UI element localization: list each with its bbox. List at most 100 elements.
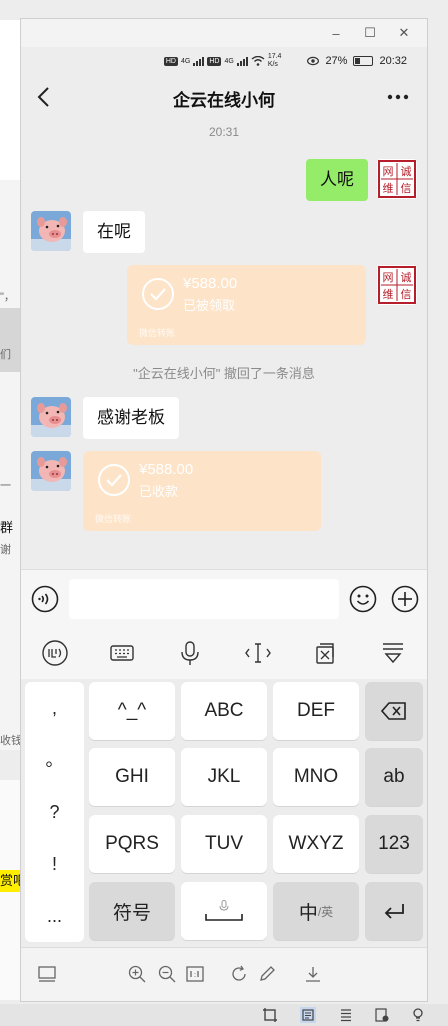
punct-key[interactable]: , bbox=[25, 682, 84, 734]
plus-circle-icon[interactable] bbox=[391, 585, 419, 613]
key-wxyz[interactable]: WXYZ bbox=[273, 815, 359, 873]
screen-icon[interactable] bbox=[37, 964, 57, 984]
ime-logo-icon[interactable] bbox=[41, 639, 69, 667]
text-cursor-icon[interactable] bbox=[244, 639, 272, 667]
background-highlight: 赏吧 bbox=[0, 870, 20, 892]
message-timestamp: 20:31 bbox=[208, 125, 240, 139]
actual-size-icon[interactable] bbox=[185, 964, 205, 984]
transfer-status: 已收款 bbox=[139, 484, 179, 499]
pig-avatar-icon bbox=[31, 397, 71, 437]
keyboard-icon[interactable] bbox=[108, 639, 136, 667]
rotate-icon[interactable] bbox=[229, 964, 249, 984]
maximize-button[interactable]: ☐ bbox=[353, 19, 387, 47]
key-ghi[interactable]: GHI bbox=[89, 748, 175, 806]
key-language-en: /英 bbox=[317, 904, 334, 919]
microphone-icon[interactable] bbox=[176, 639, 204, 667]
background-text: 收钱 bbox=[0, 735, 20, 747]
message-bubble-incoming[interactable]: 感谢老板 bbox=[83, 397, 179, 439]
background-text: 群 bbox=[0, 520, 14, 535]
chat-header: 企云在线小何 bbox=[21, 75, 427, 121]
settings-page-icon[interactable] bbox=[374, 1007, 390, 1023]
key-pqrs[interactable]: PQRS bbox=[89, 815, 175, 873]
download-icon[interactable] bbox=[303, 964, 323, 984]
keyboard-toolbar bbox=[21, 627, 427, 679]
wifi-icon bbox=[251, 56, 265, 66]
net-speed-unit: K/s bbox=[267, 61, 278, 68]
key-abc[interactable]: ABC bbox=[181, 682, 267, 740]
space-key[interactable] bbox=[181, 882, 267, 940]
background-header bbox=[0, 20, 20, 180]
taskbar bbox=[0, 1004, 448, 1026]
my-avatar[interactable]: 网 诚 维 信 bbox=[377, 265, 417, 305]
key-emoticon[interactable]: ^_^ bbox=[89, 682, 175, 740]
phone-window: – ☐ ✕ HD 4G HD 4G 17.4 K/s 27% 20:32 企云在… bbox=[20, 18, 428, 1002]
network-type: 4G bbox=[224, 57, 234, 65]
key-language[interactable]: 中/英 bbox=[273, 882, 359, 940]
transfer-card[interactable]: ¥588.00 已收款 微信转账 bbox=[83, 451, 321, 531]
message-bubble-incoming[interactable]: 在呢 bbox=[83, 211, 145, 253]
check-circle-icon bbox=[98, 464, 130, 496]
background-text: 谢 bbox=[0, 544, 11, 556]
crop-icon[interactable] bbox=[262, 1007, 278, 1023]
key-lowercase[interactable]: ab bbox=[365, 748, 423, 806]
more-options-icon[interactable] bbox=[385, 85, 411, 109]
battery-icon bbox=[353, 56, 374, 66]
collapse-keyboard-icon[interactable] bbox=[379, 639, 407, 667]
contact-avatar[interactable] bbox=[31, 211, 71, 251]
background-row bbox=[0, 308, 20, 372]
edit-pencil-icon[interactable] bbox=[257, 964, 277, 984]
voice-input-icon[interactable] bbox=[31, 585, 59, 613]
transfer-footer: 微信转账 bbox=[95, 514, 132, 524]
emoji-icon[interactable] bbox=[349, 585, 377, 613]
key-symbols[interactable]: 符号 bbox=[89, 882, 175, 940]
transfer-card[interactable]: ¥588.00 已被领取 微信转账 bbox=[127, 265, 366, 345]
key-numbers[interactable]: 123 bbox=[365, 815, 423, 873]
pig-avatar-icon bbox=[31, 211, 71, 251]
key-def[interactable]: DEF bbox=[273, 682, 359, 740]
enter-key[interactable] bbox=[365, 882, 423, 940]
clipboard-icon[interactable] bbox=[311, 639, 339, 667]
t9-keyboard: , 。 ? ! ... ^_^ ABC DEF GHI JKL MNO ab P… bbox=[21, 679, 427, 944]
my-avatar[interactable]: 网 诚 维 信 bbox=[377, 159, 417, 199]
punctuation-column[interactable]: , 。 ? ! ... bbox=[25, 682, 84, 942]
message-input[interactable] bbox=[69, 579, 339, 619]
punct-key[interactable]: ! bbox=[25, 838, 84, 890]
background-panel bbox=[0, 180, 20, 750]
battery-percent: 27% bbox=[325, 55, 348, 67]
punct-key[interactable]: ? bbox=[25, 786, 84, 838]
key-tuv[interactable]: TUV bbox=[181, 815, 267, 873]
net-speed-value: 17.4 bbox=[267, 53, 282, 60]
enter-icon bbox=[384, 904, 404, 919]
message-bubble-outgoing[interactable]: 人呢 bbox=[306, 159, 368, 201]
status-bar: HD 4G HD 4G 17.4 K/s 27% 20:32 bbox=[21, 47, 427, 75]
transfer-amount: ¥588.00 bbox=[139, 461, 194, 478]
key-jkl[interactable]: JKL bbox=[181, 748, 267, 806]
close-button[interactable]: ✕ bbox=[387, 19, 421, 47]
contact-avatar[interactable] bbox=[31, 397, 71, 437]
lightbulb-icon[interactable] bbox=[410, 1007, 426, 1023]
key-mno[interactable]: MNO bbox=[273, 748, 359, 806]
background-text: 们 bbox=[0, 349, 11, 361]
punct-key[interactable]: 。 bbox=[25, 734, 84, 786]
zoom-in-icon[interactable] bbox=[127, 964, 147, 984]
back-arrow-icon[interactable] bbox=[33, 85, 57, 109]
key-language-zh: 中 bbox=[298, 902, 318, 924]
space-icon bbox=[205, 914, 243, 921]
stamp-char: 网 bbox=[383, 165, 394, 178]
stamp-char: 维 bbox=[383, 182, 394, 195]
contact-avatar[interactable] bbox=[31, 451, 71, 491]
message-list[interactable]: 20:31 人呢 网 诚 维 信 在呢 ¥588.00 已被领取 微信转账 网 … bbox=[21, 121, 427, 561]
stamp-char: 诚 bbox=[401, 271, 412, 284]
eye-icon bbox=[307, 56, 320, 66]
background-text: 一 bbox=[0, 480, 11, 492]
stamp-char: 网 bbox=[383, 271, 394, 284]
zoom-out-icon[interactable] bbox=[157, 964, 177, 984]
transfer-footer: 微信转账 bbox=[139, 328, 176, 338]
list-view-icon[interactable] bbox=[338, 1007, 354, 1023]
document-view-icon[interactable] bbox=[300, 1007, 316, 1023]
minimize-button[interactable]: – bbox=[319, 19, 353, 47]
backspace-key[interactable] bbox=[365, 682, 423, 740]
background-text: "， bbox=[0, 291, 15, 303]
punct-key[interactable]: ... bbox=[25, 890, 84, 942]
signal-icon bbox=[193, 56, 205, 66]
